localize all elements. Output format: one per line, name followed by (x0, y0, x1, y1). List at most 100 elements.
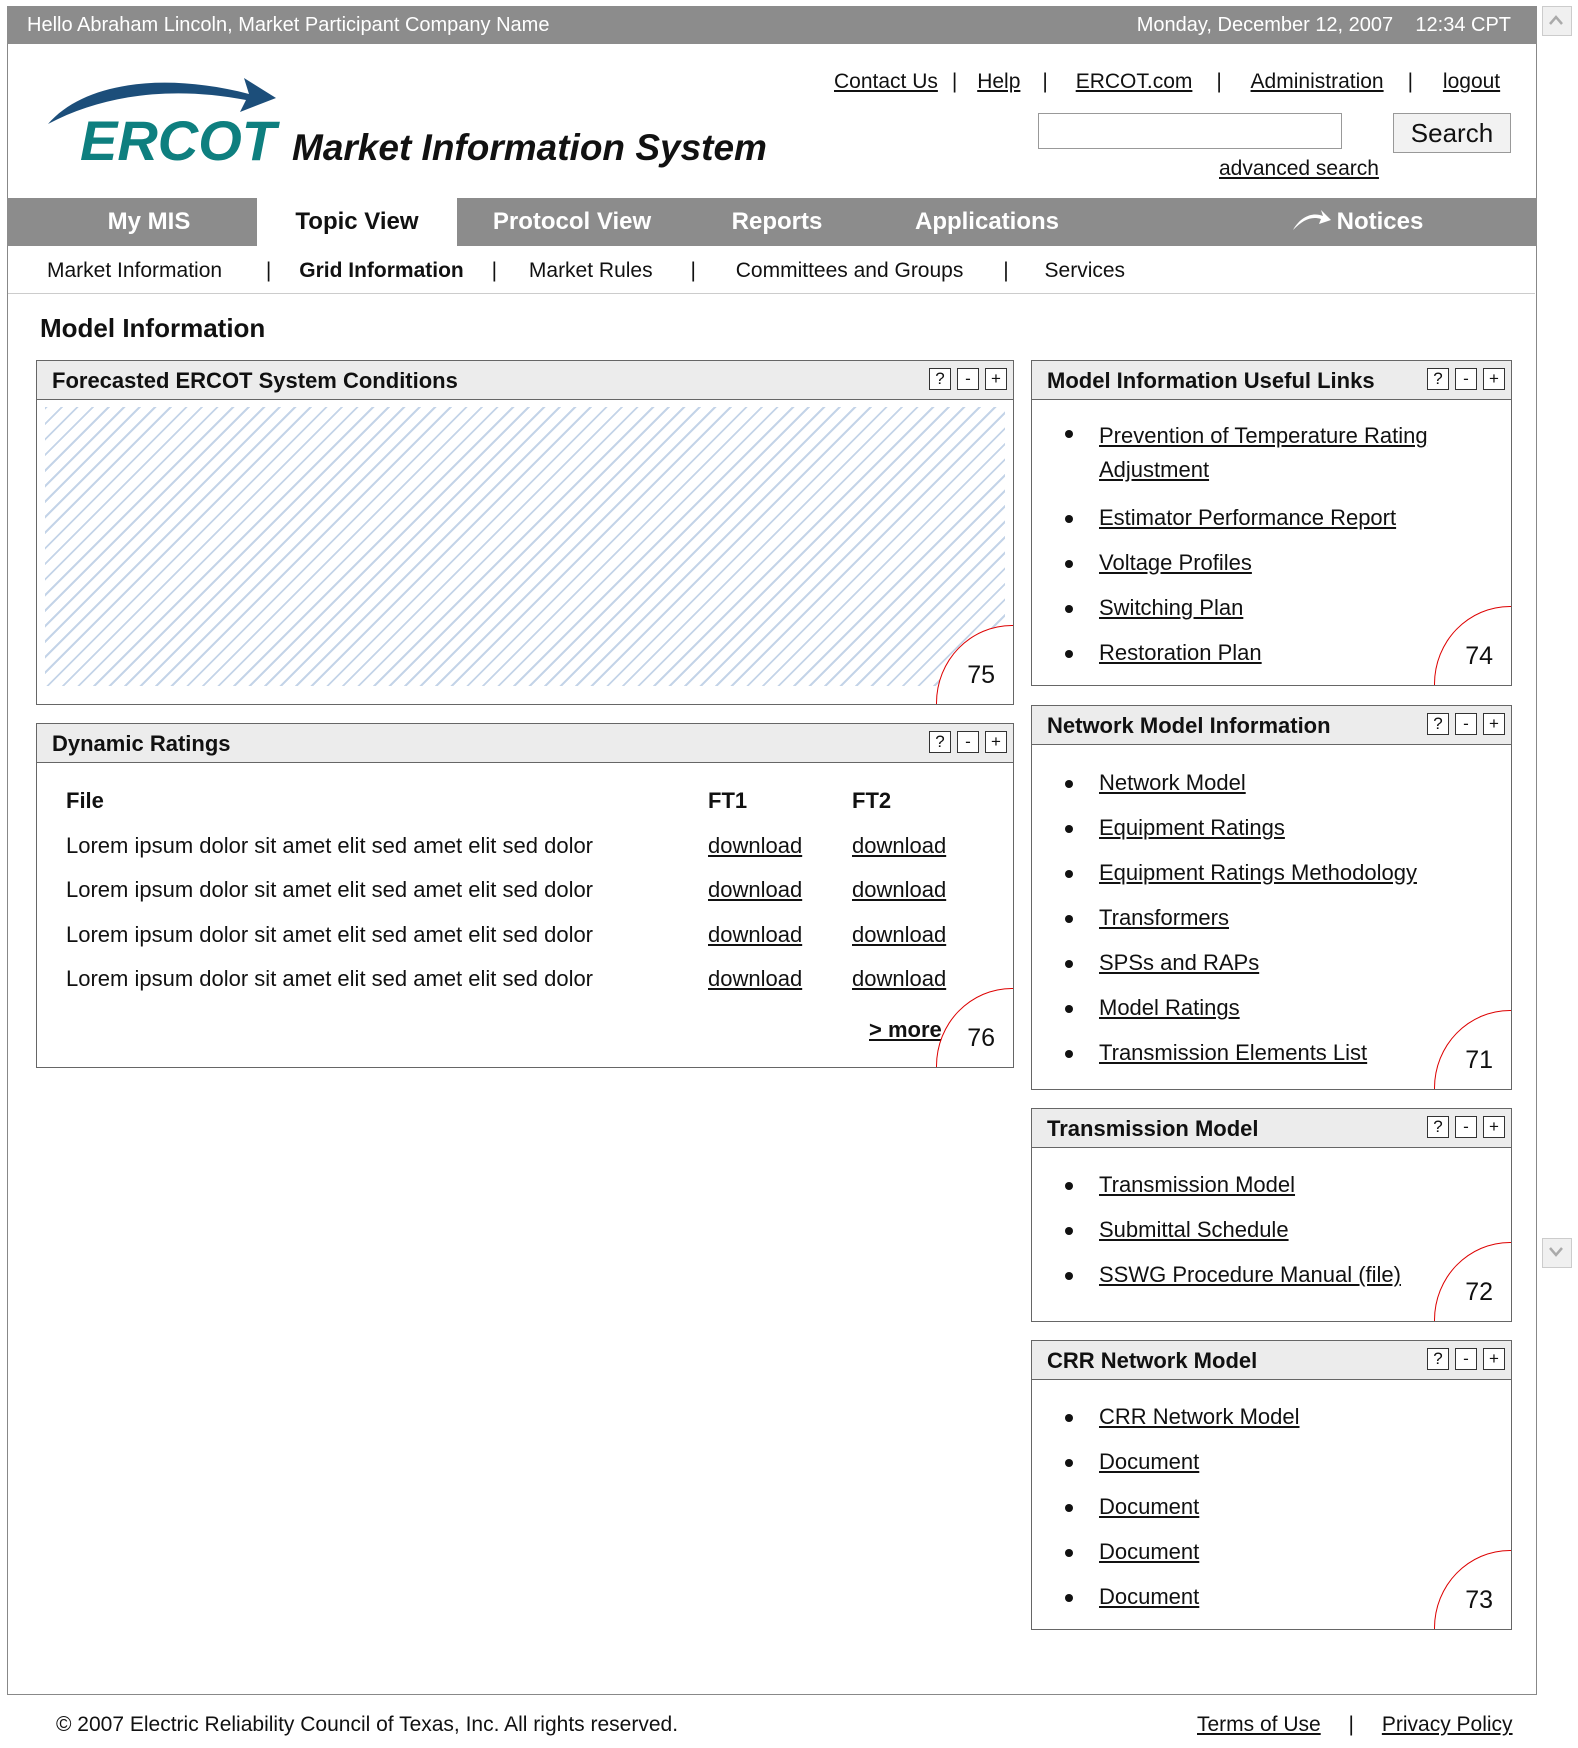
minimize-button[interactable]: - (957, 368, 979, 390)
network-model-panel: Network Model Information ? - + Network Mo… (1031, 705, 1512, 1090)
current-datetime: Monday, December 12, 2007 12:34 CPT (1136, 14, 1511, 36)
ratings-methodology-link[interactable]: Equipment Ratings Methodology (1099, 860, 1417, 885)
tab-reports[interactable]: Reports (687, 198, 867, 246)
subnav-market-rules[interactable]: Market Rules (529, 259, 653, 282)
ercot-com-link[interactable]: ERCOT.com (1076, 70, 1193, 93)
link-list: Transmission Model Submittal Schedule SS… (1065, 1171, 1401, 1306)
document-link[interactable]: Document (1099, 1449, 1199, 1474)
tab-protocol-view[interactable]: Protocol View (467, 198, 677, 246)
chevron-down-icon (1549, 1247, 1563, 1257)
maximize-button[interactable]: + (1483, 1348, 1505, 1370)
privacy-policy-link[interactable]: Privacy Policy (1382, 1713, 1513, 1736)
contact-us-link[interactable]: Contact Us (834, 70, 938, 93)
minimize-button[interactable]: - (1455, 1116, 1477, 1138)
transmission-elements-link[interactable]: Transmission Elements List (1099, 1040, 1367, 1065)
panel-title: Dynamic Ratings (52, 731, 231, 756)
tab-topic-view[interactable]: Topic View (257, 198, 457, 246)
link-list: Network Model Equipment Ratings Equipmen… (1065, 769, 1417, 1084)
ercot-logo[interactable]: ERCOT (44, 72, 284, 172)
tab-my-mis[interactable]: My MIS (49, 198, 249, 246)
estimator-performance-link[interactable]: Estimator Performance Report (1099, 505, 1396, 530)
subnav-market-information[interactable]: Market Information (47, 259, 222, 282)
switching-plan-link[interactable]: Switching Plan (1099, 595, 1243, 620)
help-button[interactable]: ? (929, 731, 951, 753)
equipment-ratings-link[interactable]: Equipment Ratings (1099, 815, 1285, 840)
svg-text:ERCOT: ERCOT (80, 109, 281, 168)
crr-network-model-link[interactable]: CRR Network Model (1099, 1404, 1300, 1429)
minimize-button[interactable]: - (1455, 368, 1477, 390)
annotation-badge: 76 (936, 988, 1013, 1067)
file-name: Lorem ipsum dolor sit amet elit sed amet… (66, 922, 594, 947)
useful-links-panel: Model Information Useful Links ? - + Preve… (1031, 360, 1512, 686)
help-button[interactable]: ? (1427, 1348, 1449, 1370)
terms-of-use-link[interactable]: Terms of Use (1197, 1713, 1321, 1736)
help-link[interactable]: Help (977, 70, 1020, 93)
sub-nav: Market Information | Grid Information | … (47, 259, 1126, 282)
voltage-profiles-link[interactable]: Voltage Profiles (1099, 550, 1252, 575)
minimize-button[interactable]: - (1455, 713, 1477, 735)
transformers-link[interactable]: Transformers (1099, 905, 1229, 930)
maximize-button[interactable]: + (1483, 368, 1505, 390)
logout-link[interactable]: logout (1443, 70, 1500, 93)
subnav-grid-information[interactable]: Grid Information (299, 259, 464, 282)
sswg-manual-link[interactable]: SSWG Procedure Manual (file) (1099, 1262, 1401, 1287)
maximize-button[interactable]: + (985, 368, 1007, 390)
document-link[interactable]: Document (1099, 1584, 1199, 1609)
download-ft2-link[interactable]: download (852, 922, 946, 948)
submittal-schedule-link[interactable]: Submittal Schedule (1099, 1217, 1289, 1242)
download-ft2-link[interactable]: download (852, 877, 946, 903)
subnav-committees-and-groups[interactable]: Committees and Groups (736, 259, 964, 282)
panel-header: Model Information Useful Links ? - + (1032, 361, 1511, 400)
model-ratings-link[interactable]: Model Ratings (1099, 995, 1240, 1020)
file-name: Lorem ipsum dolor sit amet elit sed amet… (66, 833, 594, 858)
advanced-search-link[interactable]: advanced search (1219, 157, 1379, 181)
download-ft1-link[interactable]: download (708, 833, 802, 859)
link-list: CRR Network Model Document Document Docu… (1065, 1403, 1300, 1628)
panel-header: Dynamic Ratings ? - + (37, 724, 1013, 763)
help-button[interactable]: ? (1427, 368, 1449, 390)
more-link[interactable]: > more (869, 1017, 942, 1043)
file-name: Lorem ipsum dolor sit amet elit sed amet… (66, 966, 594, 991)
help-button[interactable]: ? (1427, 1116, 1449, 1138)
download-ft2-link[interactable]: download (852, 966, 946, 992)
maximize-button[interactable]: + (985, 731, 1007, 753)
help-button[interactable]: ? (1427, 713, 1449, 735)
tab-notices-label: Notices (1336, 208, 1424, 235)
panel-title: Network Model Information (1047, 713, 1331, 738)
tab-notices[interactable]: Notices (1287, 198, 1427, 246)
help-button[interactable]: ? (929, 368, 951, 390)
tab-applications[interactable]: Applications (887, 198, 1087, 246)
document-link[interactable]: Document (1099, 1494, 1199, 1519)
annotation-badge: 73 (1434, 1550, 1511, 1629)
crr-network-model-panel: CRR Network Model ? - + CRR Network Model … (1031, 1340, 1512, 1630)
download-ft2-link[interactable]: download (852, 833, 946, 859)
maximize-button[interactable]: + (1483, 713, 1505, 735)
scroll-down-button[interactable] (1542, 1238, 1572, 1268)
notices-icon (1292, 210, 1331, 230)
transmission-model-link[interactable]: Transmission Model (1099, 1172, 1295, 1197)
network-model-link[interactable]: Network Model (1099, 770, 1246, 795)
temperature-rating-link[interactable]: Prevention of Temperature Rating Adjustm… (1099, 423, 1428, 482)
column-header-ft1: FT1 (708, 788, 748, 813)
administration-link[interactable]: Administration (1251, 70, 1384, 93)
spss-and-raps-link[interactable]: SPSs and RAPs (1099, 950, 1259, 975)
main-nav: My MIS Topic View Protocol View Reports … (7, 198, 1537, 246)
scroll-up-button[interactable] (1542, 6, 1572, 36)
chevron-up-icon (1549, 15, 1563, 25)
panel-header: Transmission Model ? - + (1032, 1109, 1511, 1148)
minimize-button[interactable]: - (1455, 1348, 1477, 1370)
subnav-services[interactable]: Services (1045, 259, 1126, 282)
search-input[interactable] (1038, 113, 1342, 149)
search-button[interactable]: Search (1393, 113, 1511, 153)
utility-links: Contact Us | Help | ERCOT.com | Administrat… (834, 70, 1501, 93)
maximize-button[interactable]: + (1483, 1116, 1505, 1138)
restoration-plan-link[interactable]: Restoration Plan (1099, 640, 1262, 665)
dynamic-ratings-panel: Dynamic Ratings ? - + File FT1 FT2 Lorem i… (36, 723, 1014, 1068)
minimize-button[interactable]: - (957, 731, 979, 753)
download-ft1-link[interactable]: download (708, 966, 802, 992)
divider (8, 1694, 1536, 1695)
download-ft1-link[interactable]: download (708, 877, 802, 903)
forecast-panel: Forecasted ERCOT System Conditions ? - + 7… (36, 360, 1014, 705)
download-ft1-link[interactable]: download (708, 922, 802, 948)
document-link[interactable]: Document (1099, 1539, 1199, 1564)
